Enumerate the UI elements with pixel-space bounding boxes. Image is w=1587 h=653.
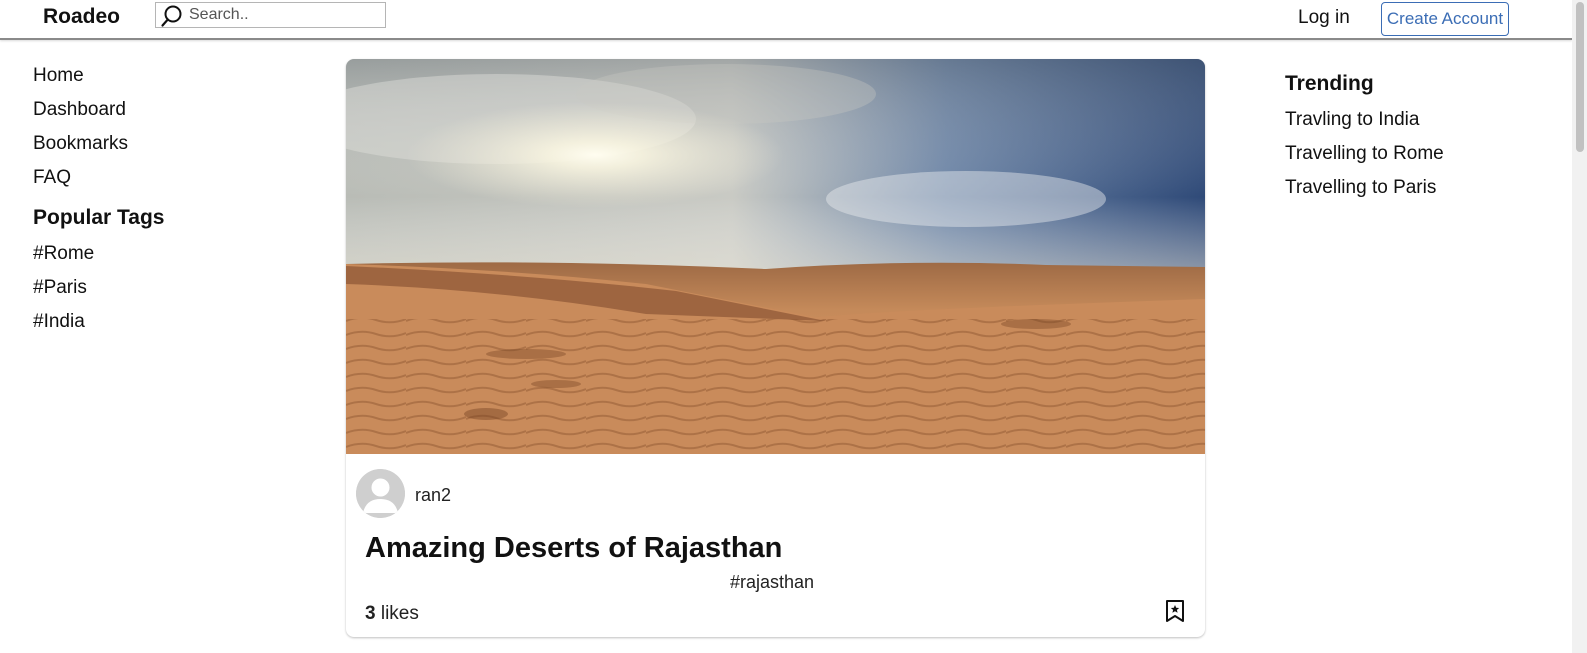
- login-link[interactable]: Log in: [1298, 7, 1350, 29]
- nav-home[interactable]: Home: [33, 64, 164, 98]
- trending-heading: Trending: [1285, 72, 1374, 95]
- create-account-button[interactable]: Create Account: [1381, 2, 1509, 36]
- scrollbar-thumb[interactable]: [1576, 2, 1584, 152]
- trending-sidebar: Trending Travling to India Travelling to…: [1285, 71, 1444, 210]
- author-avatar[interactable]: [356, 469, 405, 518]
- brand-logo[interactable]: Roadeo: [43, 5, 120, 29]
- likes-label: likes: [375, 603, 419, 624]
- bookmark-icon[interactable]: [1164, 599, 1186, 623]
- post-card: ran2 Amazing Deserts of Rajasthan #rajas…: [346, 59, 1205, 637]
- user-silhouette-icon: [356, 469, 405, 518]
- post-title[interactable]: Amazing Deserts of Rajasthan: [365, 532, 782, 565]
- search-box[interactable]: [155, 2, 386, 28]
- post-tag[interactable]: #rajasthan: [730, 572, 814, 593]
- left-sidebar: Home Dashboard Bookmarks FAQ Popular Tag…: [33, 64, 164, 344]
- nav-faq[interactable]: FAQ: [33, 166, 164, 200]
- nav-dashboard[interactable]: Dashboard: [33, 98, 164, 132]
- top-navbar: Roadeo Log in Create Account: [0, 0, 1572, 40]
- trending-item[interactable]: Travelling to Paris: [1285, 176, 1444, 210]
- search-icon[interactable]: [160, 4, 184, 28]
- search-input[interactable]: [189, 5, 379, 25]
- trending-item[interactable]: Travelling to Rome: [1285, 142, 1444, 176]
- cover-image[interactable]: [346, 59, 1205, 454]
- likes-number: 3: [365, 603, 376, 624]
- tag-paris[interactable]: #Paris: [33, 276, 164, 310]
- likes-count: 3 likes: [365, 603, 419, 625]
- tag-india[interactable]: #India: [33, 310, 164, 344]
- author-name[interactable]: ran2: [415, 485, 451, 506]
- nav-bookmarks[interactable]: Bookmarks: [33, 132, 164, 166]
- tag-rome[interactable]: #Rome: [33, 242, 164, 276]
- trending-item[interactable]: Travling to India: [1285, 108, 1444, 142]
- popular-tags-heading: Popular Tags: [33, 206, 165, 229]
